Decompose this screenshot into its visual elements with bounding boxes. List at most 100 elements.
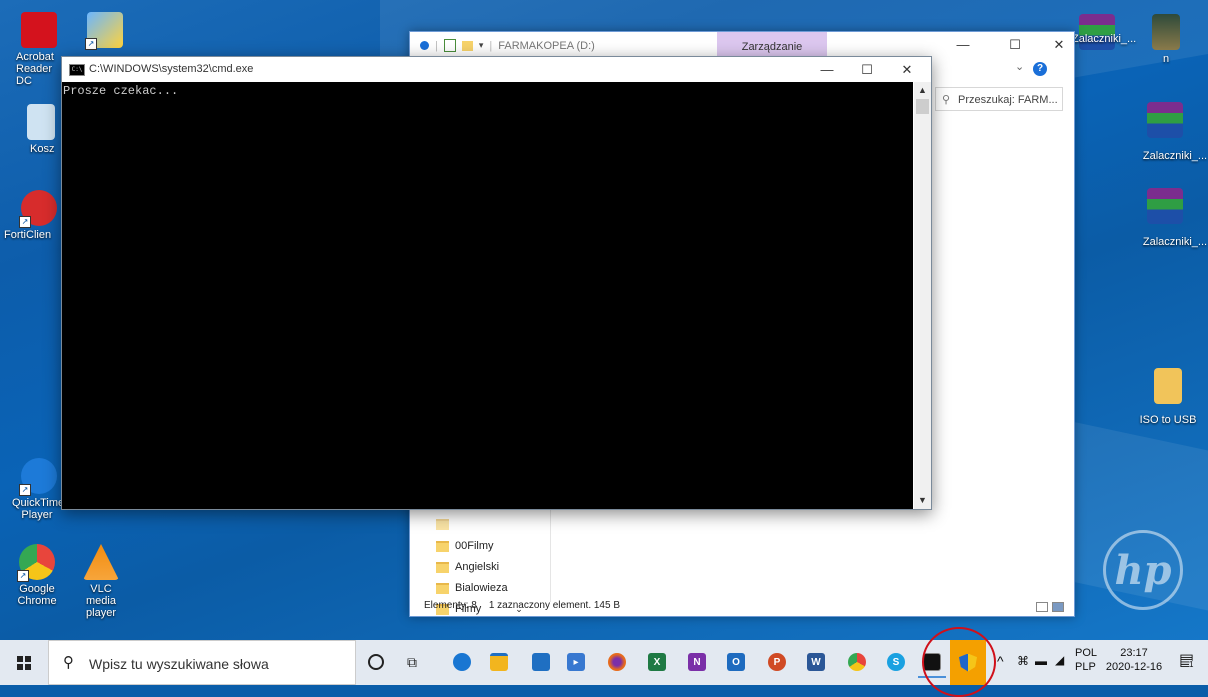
item-count: Elementy: 8 bbox=[424, 600, 477, 611]
clock[interactable]: 23:17 2020-12-16 bbox=[1105, 646, 1163, 674]
shortcut-arrow-icon: ↗ bbox=[17, 570, 29, 582]
edge-icon bbox=[453, 653, 471, 671]
image-file-icon bbox=[1152, 14, 1180, 50]
taskbar-word[interactable]: W bbox=[802, 648, 830, 676]
cmd-icon: C:\ bbox=[69, 64, 85, 76]
cmd-titlebar[interactable]: C:\ C:\WINDOWS\system32\cmd.exe — ☐ ✕ bbox=[62, 57, 931, 82]
help-icon[interactable]: ? bbox=[1033, 62, 1047, 76]
desktop-icon-label: Zalaczniki_... bbox=[1142, 236, 1208, 248]
desktop-icon-vlc[interactable]: VLC media player bbox=[66, 544, 136, 619]
language-indicator[interactable]: POL PLP bbox=[1075, 646, 1097, 674]
nav-pane-divider bbox=[550, 507, 551, 602]
desktop-icon-zalaczniki-2[interactable]: Zalaczniki_... bbox=[1130, 102, 1207, 162]
language-secondary: PLP bbox=[1075, 661, 1096, 673]
taskbar: ⚲ ⧉ ▸ X N O P W S ^ ⌘ ▬ ◢ POL PLP 23:17 … bbox=[0, 640, 1208, 685]
acrobat-icon bbox=[21, 12, 57, 48]
folder-icon bbox=[436, 562, 449, 573]
desktop-icon-zalaczniki-3[interactable]: Zalaczniki_... bbox=[1130, 188, 1207, 248]
search-input[interactable]: ⚲ Przeszukaj: FARM... bbox=[935, 87, 1063, 111]
shortcut-arrow-icon: ↗ bbox=[85, 38, 97, 50]
shortcut-arrow-icon: ↗ bbox=[19, 216, 31, 228]
folder-icon bbox=[436, 518, 449, 530]
system-tray: ^ ⌘ ▬ ◢ POL PLP 23:17 2020-12-16 ▤ 1 bbox=[995, 640, 1208, 685]
taskbar-edge[interactable] bbox=[448, 648, 476, 676]
taskbar-firefox[interactable] bbox=[603, 648, 631, 676]
nav-item-label: 00Filmy bbox=[455, 540, 494, 552]
close-button[interactable]: ✕ bbox=[1036, 32, 1082, 58]
explorer-title: FARMAKOPEA (D:) bbox=[498, 39, 595, 52]
desktop-icon-n[interactable]: n bbox=[1131, 14, 1201, 65]
highlight-annotation-circle bbox=[922, 627, 996, 697]
desktop-icon-label: ISO to USB bbox=[1139, 414, 1197, 426]
info-icon bbox=[420, 41, 429, 50]
desktop-icon-label: VLC media player bbox=[86, 583, 116, 619]
close-button[interactable]: ✕ bbox=[884, 57, 930, 82]
desktop-icon-chrome[interactable]: ↗ Google Chrome bbox=[2, 544, 72, 607]
folder-icon bbox=[436, 583, 449, 594]
cmd-title: C:\WINDOWS\system32\cmd.exe bbox=[89, 63, 254, 75]
taskbar-store[interactable] bbox=[527, 648, 555, 676]
store-icon bbox=[532, 653, 550, 671]
maximize-button[interactable]: ☐ bbox=[992, 32, 1038, 58]
dropdown-icon[interactable]: ▾ bbox=[479, 40, 484, 51]
taskbar-search-input[interactable] bbox=[87, 651, 351, 677]
scroll-thumb[interactable] bbox=[916, 99, 929, 114]
wifi-icon[interactable]: ◢ bbox=[1055, 653, 1064, 667]
desktop-icon-label: n bbox=[1162, 53, 1170, 65]
desktop-icon-iso-to-usb[interactable]: ISO to USB bbox=[1133, 368, 1203, 426]
start-button[interactable] bbox=[0, 640, 48, 685]
scroll-down-icon[interactable]: ▼ bbox=[914, 492, 931, 509]
taskbar-onenote[interactable]: N bbox=[683, 648, 711, 676]
hp-logo: hp bbox=[1103, 530, 1183, 610]
file-explorer-icon bbox=[490, 653, 508, 671]
taskbar-powerpoint[interactable]: P bbox=[763, 648, 791, 676]
console-output[interactable]: Prosze czekac... bbox=[62, 82, 913, 509]
minimize-button[interactable]: — bbox=[940, 32, 986, 58]
cortana-button[interactable] bbox=[362, 648, 390, 676]
taskbar-skype[interactable]: S bbox=[882, 648, 910, 676]
selection-info: 1 zaznaczony element. 145 B bbox=[488, 600, 621, 611]
desktop-icon-label: Google Chrome bbox=[17, 583, 57, 607]
new-folder-icon[interactable] bbox=[461, 40, 473, 51]
notification-count: 1 bbox=[1189, 660, 1194, 669]
large-icons-view-icon[interactable] bbox=[1052, 602, 1064, 612]
language-primary: POL bbox=[1075, 647, 1098, 659]
details-view-icon[interactable] bbox=[1036, 602, 1048, 612]
meet-now-icon[interactable]: ⌘ bbox=[1017, 654, 1029, 668]
cmd-window[interactable]: C:\ C:\WINDOWS\system32\cmd.exe — ☐ ✕ Pr… bbox=[61, 56, 932, 510]
nav-item-angielski[interactable]: Angielski bbox=[436, 557, 548, 578]
chrome-icon bbox=[848, 653, 866, 671]
quicktime-icon: ↗ bbox=[19, 458, 57, 496]
desktop-icon-label: QuickTime Player bbox=[12, 497, 65, 521]
taskbar-excel[interactable]: X bbox=[643, 648, 671, 676]
firefox-icon bbox=[608, 653, 626, 671]
nav-item-00filmy[interactable]: 00Filmy bbox=[436, 536, 548, 557]
ribbon-expand-icon[interactable]: ⌄ bbox=[1015, 60, 1024, 73]
desktop-icon-label: Zalaczniki_... bbox=[1142, 150, 1208, 162]
nav-item-folder[interactable] bbox=[436, 512, 548, 536]
winrar-icon bbox=[1147, 188, 1183, 224]
cmd-scrollbar[interactable]: ▲ ▼ bbox=[914, 82, 931, 509]
battery-icon[interactable]: ▬ bbox=[1035, 654, 1047, 668]
show-hidden-icons-button[interactable]: ^ bbox=[997, 653, 1004, 669]
word-icon: W bbox=[807, 653, 825, 671]
folder-icon bbox=[1154, 368, 1182, 404]
taskbar-outlook[interactable]: O bbox=[722, 648, 750, 676]
status-bar: Elementy: 8 1 zaznaczony element. 145 B bbox=[410, 596, 1074, 616]
taskbar-file-explorer[interactable] bbox=[485, 648, 513, 676]
taskbar-search[interactable]: ⚲ bbox=[48, 640, 356, 685]
desktop-icon-wizard[interactable]: ↗ bbox=[70, 12, 140, 51]
properties-icon[interactable] bbox=[443, 39, 456, 52]
notifications-button[interactable]: ▤ 1 bbox=[1179, 650, 1197, 670]
taskbar-media[interactable]: ▸ bbox=[562, 648, 590, 676]
taskbar-chrome[interactable] bbox=[843, 648, 871, 676]
wizard-icon: ↗ bbox=[85, 12, 123, 50]
desktop-icon-label: Acrobat Reader DC bbox=[16, 51, 54, 87]
scroll-up-icon[interactable]: ▲ bbox=[914, 82, 931, 99]
task-view-button[interactable]: ⧉ bbox=[398, 648, 426, 676]
powerpoint-icon: P bbox=[768, 653, 786, 671]
explorer-titlebar[interactable]: | ▾ | FARMAKOPEA (D:) Zarządzanie — ☐ ✕ bbox=[410, 32, 1074, 58]
search-placeholder: Przeszukaj: FARM... bbox=[958, 94, 1058, 106]
tab-manage[interactable]: Zarządzanie bbox=[717, 32, 827, 58]
task-view-icon: ⧉ bbox=[407, 653, 417, 670]
